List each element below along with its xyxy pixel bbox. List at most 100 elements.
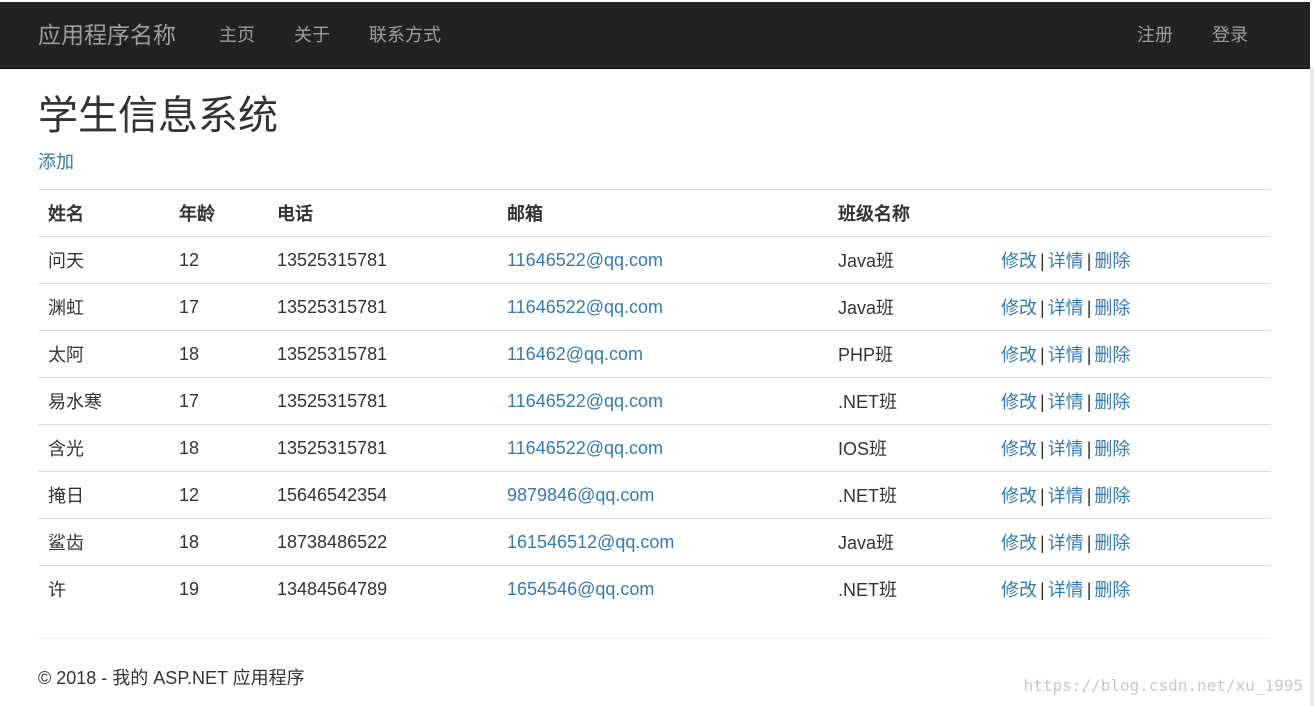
header-age: 年龄 <box>169 189 267 237</box>
footer-copyright: © 2018 - 我的 ASP.NET 应用程序 <box>38 668 305 688</box>
delete-link[interactable]: 删除 <box>1094 580 1130 600</box>
action-separator: | <box>1040 298 1045 318</box>
details-link[interactable]: 详情 <box>1048 345 1084 365</box>
header-class: 班级名称 <box>828 189 991 237</box>
cell-class: PHP班 <box>828 330 991 378</box>
edit-link[interactable]: 修改 <box>1001 439 1037 459</box>
email-link[interactable]: 11646522@qq.com <box>507 438 663 458</box>
details-link[interactable]: 详情 <box>1048 439 1084 459</box>
delete-link[interactable]: 删除 <box>1094 486 1130 506</box>
details-link[interactable]: 详情 <box>1048 298 1084 318</box>
action-separator: | <box>1040 392 1045 412</box>
cell-age: 17 <box>169 377 267 425</box>
cell-actions: 修改 | 详情 | 删除 <box>991 565 1271 612</box>
nav-link-contact[interactable]: 联系方式 <box>369 22 441 48</box>
scrollbar-edge <box>1310 68 1314 706</box>
cell-age: 12 <box>169 471 267 519</box>
cell-phone: 13525315781 <box>267 330 497 378</box>
action-separator: | <box>1086 392 1092 412</box>
details-link[interactable]: 详情 <box>1048 392 1084 412</box>
delete-link[interactable]: 删除 <box>1094 439 1130 459</box>
details-link[interactable]: 详情 <box>1048 580 1084 600</box>
nav-link-login[interactable]: 登录 <box>1212 22 1248 48</box>
action-separator: | <box>1086 486 1092 506</box>
cell-phone: 13525315781 <box>267 424 497 472</box>
cell-actions: 修改 | 详情 | 删除 <box>991 283 1271 331</box>
delete-link[interactable]: 删除 <box>1094 251 1130 271</box>
email-link[interactable]: 11646522@qq.com <box>507 391 663 411</box>
cell-phone: 18738486522 <box>267 518 497 566</box>
cell-phone: 13484564789 <box>267 565 497 612</box>
cell-age: 18 <box>169 424 267 472</box>
edit-link[interactable]: 修改 <box>1001 486 1037 506</box>
cell-class: Java班 <box>828 283 991 331</box>
action-separator: | <box>1086 345 1092 365</box>
cell-age: 19 <box>169 565 267 612</box>
table-row: 许 19 13484564789 1654546@qq.com .NET班 修改… <box>38 565 1271 612</box>
email-link[interactable]: 9879846@qq.com <box>507 485 654 505</box>
cell-class: .NET班 <box>828 471 991 519</box>
action-separator: | <box>1086 580 1092 600</box>
cell-phone: 13525315781 <box>267 236 497 284</box>
details-link[interactable]: 详情 <box>1048 251 1084 271</box>
cell-class: .NET班 <box>828 565 991 612</box>
action-separator: | <box>1040 439 1045 459</box>
action-separator: | <box>1040 533 1045 553</box>
delete-link[interactable]: 删除 <box>1094 392 1130 412</box>
action-separator: | <box>1086 298 1092 318</box>
cell-email: 1654546@qq.com <box>497 565 828 612</box>
cell-actions: 修改 | 详情 | 删除 <box>991 471 1271 519</box>
email-link[interactable]: 161546512@qq.com <box>507 532 674 552</box>
action-separator: | <box>1086 439 1092 459</box>
details-link[interactable]: 详情 <box>1048 486 1084 506</box>
nav-link-about[interactable]: 关于 <box>294 22 330 48</box>
cell-age: 18 <box>169 518 267 566</box>
edit-link[interactable]: 修改 <box>1001 392 1037 412</box>
cell-actions: 修改 | 详情 | 删除 <box>991 236 1271 284</box>
delete-link[interactable]: 删除 <box>1094 345 1130 365</box>
page: 应用程序名称 主页 关于 联系方式 注册 登录 学生信息系统 添加 姓名 年龄 … <box>0 0 1314 706</box>
nav-link-home[interactable]: 主页 <box>219 22 255 48</box>
cell-name: 问天 <box>38 236 169 284</box>
page-title: 学生信息系统 <box>38 94 278 138</box>
cell-name: 掩日 <box>38 471 169 519</box>
email-link[interactable]: 11646522@qq.com <box>507 297 663 317</box>
cell-email: 11646522@qq.com <box>497 377 828 425</box>
action-separator: | <box>1086 533 1092 553</box>
table-row: 太阿 18 13525315781 116462@qq.com PHP班 修改 |… <box>38 330 1271 378</box>
footer-divider <box>38 638 1271 639</box>
details-link[interactable]: 详情 <box>1048 533 1084 553</box>
action-separator: | <box>1040 251 1045 271</box>
nav-account-links: 注册 登录 <box>1098 22 1248 48</box>
action-separator: | <box>1040 345 1045 365</box>
cell-age: 18 <box>169 330 267 378</box>
cell-name: 易水寒 <box>38 377 169 425</box>
table-header-row: 姓名 年龄 电话 邮箱 班级名称 <box>38 189 1271 237</box>
email-link[interactable]: 116462@qq.com <box>507 344 643 364</box>
students-table: 姓名 年龄 电话 邮箱 班级名称 问天 12 13525315781 11646… <box>38 189 1271 612</box>
edit-link[interactable]: 修改 <box>1001 533 1037 553</box>
action-separator: | <box>1040 486 1045 506</box>
delete-link[interactable]: 删除 <box>1094 533 1130 553</box>
header-name: 姓名 <box>38 189 169 237</box>
edit-link[interactable]: 修改 <box>1001 345 1037 365</box>
watermark-url: https://blog.csdn.net/xu_1995 <box>1023 676 1303 695</box>
cell-actions: 修改 | 详情 | 删除 <box>991 330 1271 378</box>
delete-link[interactable]: 删除 <box>1094 298 1130 318</box>
nav-link-register[interactable]: 注册 <box>1137 22 1173 48</box>
email-link[interactable]: 11646522@qq.com <box>507 250 663 270</box>
cell-actions: 修改 | 详情 | 删除 <box>991 377 1271 425</box>
edit-link[interactable]: 修改 <box>1001 580 1037 600</box>
cell-actions: 修改 | 详情 | 删除 <box>991 424 1271 472</box>
edit-link[interactable]: 修改 <box>1001 251 1037 271</box>
action-separator: | <box>1086 251 1092 271</box>
email-link[interactable]: 1654546@qq.com <box>507 579 654 599</box>
cell-email: 11646522@qq.com <box>497 236 828 284</box>
edit-link[interactable]: 修改 <box>1001 298 1037 318</box>
cell-phone: 15646542354 <box>267 471 497 519</box>
brand-link[interactable]: 应用程序名称 <box>38 20 176 50</box>
cell-actions: 修改 | 详情 | 删除 <box>991 518 1271 566</box>
action-separator: | <box>1040 580 1045 600</box>
cell-email: 11646522@qq.com <box>497 424 828 472</box>
add-student-link[interactable]: 添加 <box>38 151 74 173</box>
